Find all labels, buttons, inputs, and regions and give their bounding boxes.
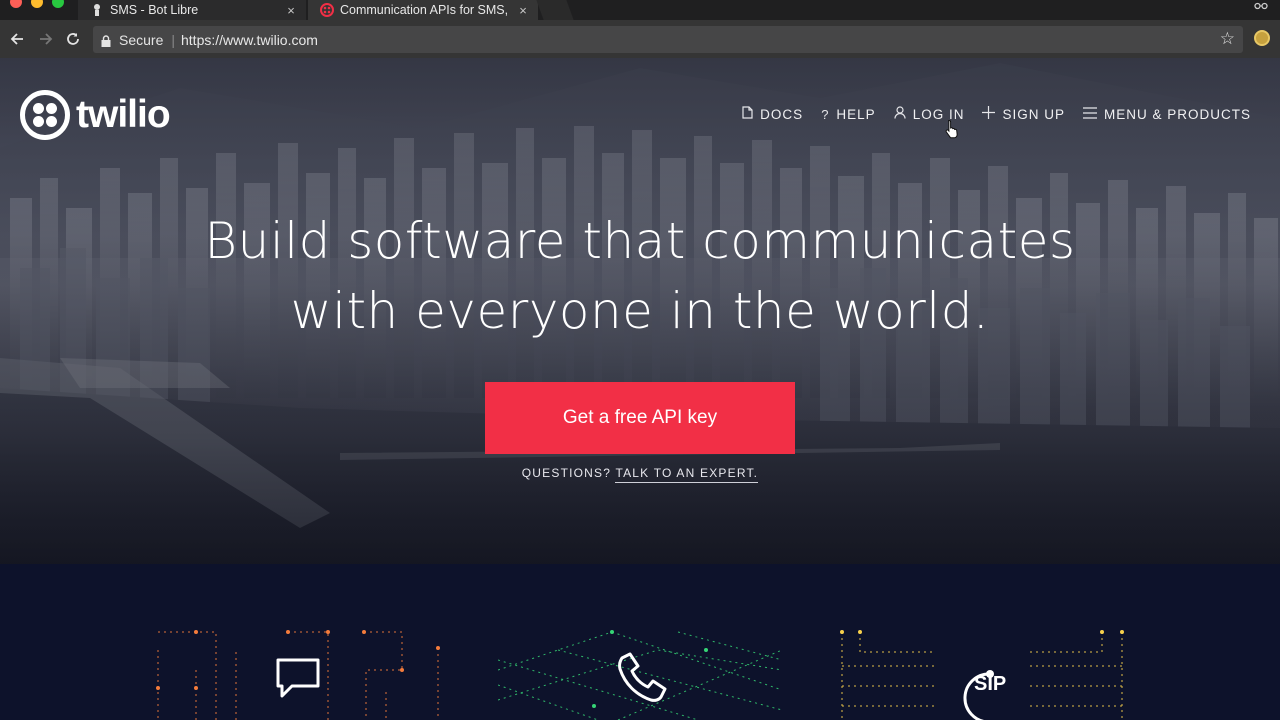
url-separator: | <box>171 31 175 48</box>
tab-close-icon[interactable]: × <box>514 3 532 18</box>
incognito-icon <box>1254 0 1268 14</box>
hero-headline: Build software that communicates with ev… <box>0 206 1280 346</box>
questions-line: QUESTIONS? TALK TO AN EXPERT. <box>0 466 1280 483</box>
product-messaging[interactable] <box>156 630 440 720</box>
top-navigation: DOCS ? HELP LOG IN SIGN UP MENU & PRODUC… <box>742 106 1251 122</box>
close-window-button[interactable] <box>10 0 22 8</box>
products-section: SIP <box>0 564 1280 720</box>
botlibre-favicon-icon <box>90 3 104 17</box>
nav-docs-label: DOCS <box>760 106 804 122</box>
browser-tab-bar: SMS - Bot Libre × Communication APIs for… <box>0 0 1280 20</box>
tab-title: SMS - Bot Libre <box>110 3 199 17</box>
message-icon <box>276 658 320 698</box>
tab-title: Communication APIs for SMS, <box>340 3 509 17</box>
hero-section: twilio DOCS ? HELP LOG IN SIGN UP MENU &… <box>0 58 1280 564</box>
product-sip[interactable]: SIP <box>840 630 1124 720</box>
nav-help[interactable]: ? HELP <box>821 107 876 122</box>
headline-line-1: Build software that communicates <box>204 212 1076 270</box>
bookmark-star-icon[interactable]: ☆ <box>1220 29 1235 49</box>
minimize-window-button[interactable] <box>31 0 43 8</box>
sip-label: SIP <box>974 673 1006 695</box>
headline-line-2: with everyone in the world. <box>290 282 990 340</box>
url-text[interactable]: https://www.twilio.com <box>181 32 318 48</box>
twilio-logo[interactable]: twilio <box>20 90 171 140</box>
forward-arrow-icon[interactable] <box>35 28 57 50</box>
new-tab-button[interactable] <box>536 0 574 20</box>
twilio-favicon-icon <box>320 3 334 17</box>
nav-sign-up-label: SIGN UP <box>1002 106 1065 122</box>
nav-menu-products[interactable]: MENU & PRODUCTS <box>1082 106 1251 122</box>
reload-icon[interactable] <box>62 28 84 50</box>
get-api-key-button[interactable]: Get a free API key <box>485 382 795 454</box>
back-arrow-icon[interactable] <box>6 28 28 50</box>
user-icon <box>894 106 906 122</box>
lock-icon <box>101 34 111 47</box>
questions-prefix: QUESTIONS? <box>521 466 612 480</box>
product-voice[interactable] <box>498 630 782 720</box>
nav-sign-up[interactable]: SIGN UP <box>982 106 1065 122</box>
maximize-window-button[interactable] <box>52 0 64 8</box>
address-bar[interactable]: Secure | https://www.twilio.com ☆ <box>93 26 1243 53</box>
nav-menu-products-label: MENU & PRODUCTS <box>1103 106 1251 122</box>
secure-label: Secure <box>119 31 164 48</box>
messaging-circuit-art <box>156 630 440 720</box>
question-icon: ? <box>821 106 830 122</box>
browser-tab-twilio[interactable]: Communication APIs for SMS, × <box>308 0 538 20</box>
plus-icon <box>982 106 996 122</box>
talk-to-expert-link[interactable]: TALK TO AN EXPERT. <box>615 466 759 483</box>
voice-circuit-art <box>498 630 782 720</box>
logo-text: twilio <box>76 93 171 136</box>
nav-docs[interactable]: DOCS <box>742 106 803 122</box>
hand-cursor-icon <box>945 119 958 139</box>
browser-toolbar: Secure | https://www.twilio.com ☆ <box>0 20 1280 58</box>
sip-icon: SIP <box>963 670 1006 720</box>
hamburger-icon <box>1082 106 1097 122</box>
nav-help-label: HELP <box>836 106 876 122</box>
twilio-logo-icon <box>20 90 70 140</box>
extension-icon[interactable] <box>1254 30 1270 46</box>
browser-tab-botlibre[interactable]: SMS - Bot Libre × <box>78 0 306 20</box>
document-icon <box>742 106 753 122</box>
tab-close-icon[interactable]: × <box>282 3 300 18</box>
sip-circuit-art: SIP <box>840 630 1124 720</box>
